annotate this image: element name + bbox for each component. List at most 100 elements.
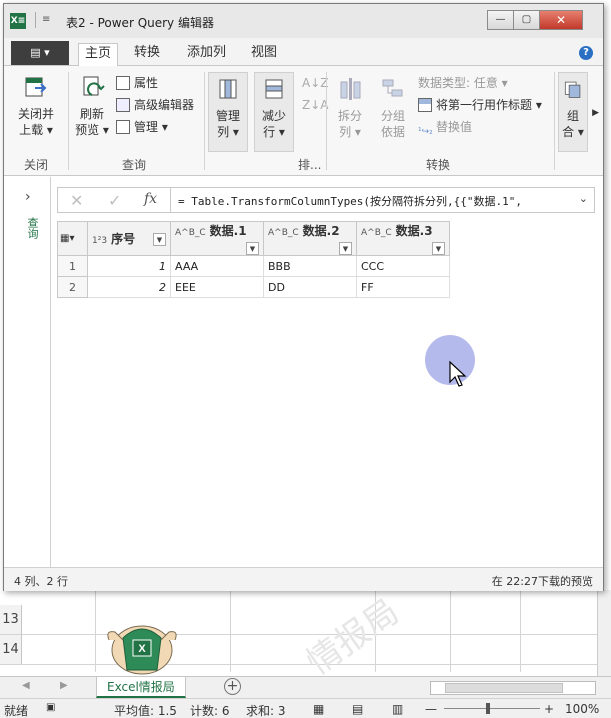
- sort-descending-icon[interactable]: Z↓A: [302, 96, 328, 114]
- filter-dropdown-icon[interactable]: ▼: [153, 233, 166, 246]
- quick-access-icon[interactable]: ≡: [42, 14, 50, 25]
- close-and-load-button[interactable]: 关闭并 上载 ▾: [12, 74, 60, 138]
- manage-columns-button[interactable]: 管理 列 ▾: [208, 76, 248, 140]
- filter-dropdown-icon[interactable]: ▼: [339, 242, 352, 255]
- close-load-icon: [25, 77, 47, 97]
- advanced-editor-button[interactable]: 高级编辑器: [116, 96, 194, 114]
- text-type-icon[interactable]: A^B_C: [361, 228, 392, 238]
- text-type-icon[interactable]: A^B_C: [268, 228, 299, 238]
- page-layout-icon[interactable]: ▤: [352, 702, 363, 716]
- table-cell[interactable]: FF: [356, 276, 450, 298]
- column-name: 序号: [111, 232, 136, 246]
- maximize-button[interactable]: ▢: [513, 10, 540, 30]
- scroll-thumb[interactable]: [445, 683, 563, 693]
- status-count: 计数: 6: [190, 704, 230, 718]
- headers-icon: [418, 98, 432, 112]
- split-label-1: 拆分: [337, 109, 362, 123]
- columns-icon: [219, 79, 237, 99]
- svg-text:X: X: [138, 643, 146, 655]
- grid-line: [95, 590, 96, 672]
- table-cell[interactable]: DD: [263, 276, 357, 298]
- zoom-slider[interactable]: [444, 708, 540, 709]
- column-header-data3[interactable]: A^B_C 数据.3 ▼: [356, 221, 450, 256]
- group-separator: [326, 72, 327, 170]
- table-cell[interactable]: CCC: [356, 255, 450, 277]
- title-bar[interactable]: X≡ ≡ 表2 - Power Query 编辑器 — ▢ ✕: [4, 4, 603, 38]
- zoom-out-button[interactable]: —: [425, 702, 437, 716]
- formula-input[interactable]: = Table.TransformColumnTypes(按分隔符拆分列,{{"…: [178, 193, 522, 209]
- table-cell[interactable]: 2: [87, 276, 171, 298]
- reduce-rows-label-1: 减少: [261, 109, 286, 123]
- grid-line: [520, 590, 521, 672]
- refresh-label-2: 预览 ▾: [75, 123, 109, 137]
- row-number[interactable]: 2: [57, 276, 88, 298]
- add-sheet-button[interactable]: +: [224, 678, 241, 695]
- window-title: 表2 - Power Query 编辑器: [66, 16, 214, 30]
- zoom-in-button[interactable]: +: [544, 702, 554, 716]
- table-menu-icon[interactable]: ▦▾: [57, 221, 88, 256]
- ribbon-scroll-right-icon[interactable]: ▶: [592, 108, 599, 118]
- header-row: ▦▾ 1²3 序号 ▼ A^B_C 数据.1 ▼ A^B_C 数据.2 ▼ A^B_C 数据.…: [57, 221, 450, 256]
- tab-view[interactable]: 视图: [245, 43, 283, 67]
- filter-dropdown-icon[interactable]: ▼: [432, 242, 445, 255]
- reduce-rows-button[interactable]: 减少 行 ▾: [254, 76, 294, 140]
- filter-dropdown-icon[interactable]: ▼: [246, 242, 259, 255]
- advanced-editor-icon: [116, 98, 130, 112]
- manage-icon: [116, 120, 130, 134]
- data-type-dropdown[interactable]: 数据类型: 任意 ▾: [418, 74, 508, 92]
- help-icon[interactable]: ?: [579, 46, 593, 60]
- horizontal-scrollbar[interactable]: [430, 681, 596, 695]
- page-break-icon[interactable]: ▥: [392, 702, 403, 716]
- minimize-button[interactable]: —: [487, 10, 514, 30]
- refresh-preview-button[interactable]: 刷新 预览 ▾: [70, 74, 114, 138]
- properties-button[interactable]: 属性: [116, 74, 158, 92]
- row-number[interactable]: 1: [57, 255, 88, 277]
- text-type-icon[interactable]: A^B_C: [175, 228, 206, 238]
- split-column-button[interactable]: 拆分 列 ▾: [332, 76, 368, 140]
- table-row: 1 1 AAA BBB CCC: [57, 255, 450, 277]
- sheet-prev-icon[interactable]: ◀: [22, 680, 30, 691]
- macro-record-icon[interactable]: ▣: [46, 702, 55, 713]
- zoom-level[interactable]: 100%: [565, 702, 599, 716]
- refresh-label-1: 刷新: [79, 107, 104, 121]
- column-row-count: 4 列、2 行: [14, 575, 68, 588]
- column-header-data2[interactable]: A^B_C 数据.2 ▼: [263, 221, 357, 256]
- cancel-formula-icon[interactable]: ✕: [70, 191, 83, 210]
- excel-vertical-scrollbar[interactable]: [597, 590, 611, 676]
- group-by-icon: [382, 79, 403, 97]
- tab-transform[interactable]: 转换: [128, 43, 166, 67]
- close-window-button[interactable]: ✕: [539, 10, 583, 30]
- row-header-14[interactable]: 14: [0, 635, 22, 665]
- column-header-data1[interactable]: A^B_C 数据.1 ▼: [170, 221, 264, 256]
- group-by-button[interactable]: 分组 依据: [374, 76, 412, 140]
- file-menu-button[interactable]: ▤ ▾: [11, 41, 69, 65]
- mouse-pointer-icon: [449, 360, 467, 387]
- combine-button[interactable]: 组 合 ▾: [558, 76, 588, 140]
- expand-queries-icon[interactable]: ›: [25, 189, 31, 205]
- confirm-formula-icon[interactable]: ✓: [108, 191, 121, 210]
- use-first-row-as-headers-button[interactable]: 将第一行用作标题 ▾: [418, 96, 542, 114]
- column-header-index[interactable]: 1²3 序号 ▼: [87, 221, 171, 256]
- sheet-tab-bar: ◀ ▶ Excel情报局 +: [0, 676, 611, 698]
- table-cell[interactable]: EEE: [170, 276, 264, 298]
- queries-pane-label[interactable]: 查询: [26, 217, 40, 239]
- excel-app-icon[interactable]: X≡: [10, 13, 26, 29]
- manage-button[interactable]: 管理 ▾: [116, 118, 168, 136]
- expand-formula-icon[interactable]: ⌄: [579, 192, 588, 205]
- tab-home[interactable]: 主页: [78, 43, 119, 67]
- fx-icon: fx: [144, 191, 158, 207]
- tab-add-column[interactable]: 添加列: [181, 43, 232, 67]
- zoom-slider-thumb[interactable]: [486, 703, 490, 714]
- sort-ascending-icon[interactable]: A↓Z: [302, 74, 328, 92]
- sheet-tab[interactable]: Excel情报局: [96, 677, 186, 698]
- normal-view-icon[interactable]: ▦: [313, 702, 324, 716]
- manage-label: 管理 ▾: [134, 120, 168, 134]
- sheet-next-icon[interactable]: ▶: [60, 680, 68, 691]
- table-cell[interactable]: 1: [87, 255, 171, 277]
- table-cell[interactable]: BBB: [263, 255, 357, 277]
- status-ready: 就绪: [4, 704, 29, 718]
- table-cell[interactable]: AAA: [170, 255, 264, 277]
- whole-number-type-icon[interactable]: 1²3: [92, 236, 107, 246]
- row-header-13[interactable]: 13: [0, 605, 22, 635]
- replace-values-button[interactable]: ¹↪₂ 替换值: [418, 118, 472, 137]
